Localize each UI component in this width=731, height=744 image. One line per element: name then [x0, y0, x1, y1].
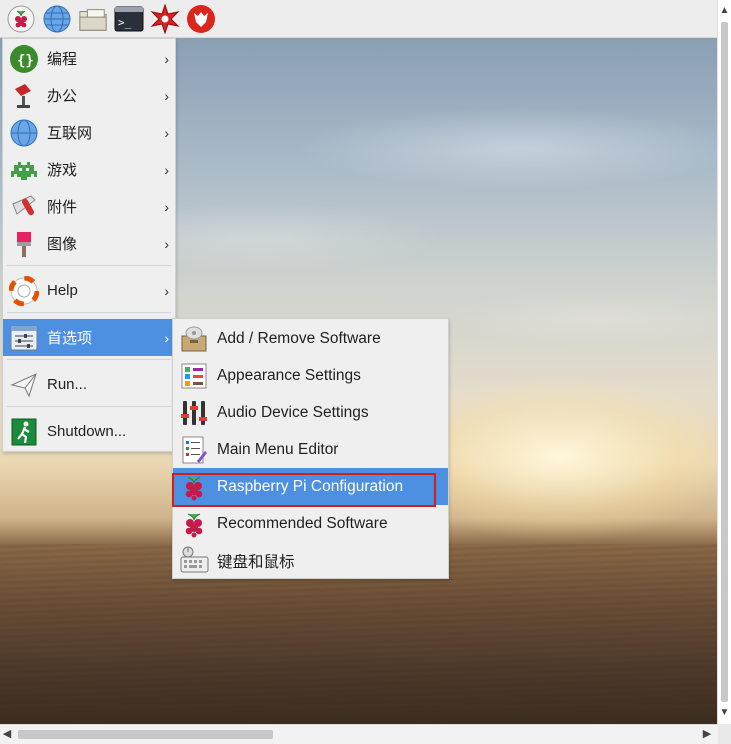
- raspberry-menu-icon[interactable]: [6, 4, 36, 34]
- audio-mixer-icon: [177, 396, 211, 430]
- menu-item-label: Help: [47, 282, 78, 299]
- menu-separator: [7, 312, 171, 313]
- menu-item-label: 图像: [47, 236, 78, 253]
- menu-item-office[interactable]: 办公 ›: [3, 77, 175, 114]
- submenu-arrow-icon: ›: [164, 124, 169, 141]
- package-icon: [177, 322, 211, 356]
- wolfram-icon[interactable]: [186, 4, 216, 34]
- submenu-item-label: Add / Remove Software: [217, 329, 381, 347]
- menu-item-preferences[interactable]: 首选项 ›: [3, 319, 175, 356]
- menu-item-label: Shutdown...: [47, 423, 127, 440]
- mathematica-icon[interactable]: [150, 3, 180, 34]
- menu-item-label: 首选项: [47, 330, 93, 347]
- submenu-item-label: Recommended Software: [217, 514, 388, 532]
- submenu-item-label: Appearance Settings: [217, 366, 361, 384]
- submenu-arrow-icon: ›: [164, 235, 169, 252]
- run-icon: [7, 368, 41, 402]
- submenu-item-label: Audio Device Settings: [217, 403, 369, 421]
- scrollbar-corner: [718, 724, 731, 743]
- top-taskbar: >_: [0, 0, 718, 38]
- submenu-item-add-remove-software[interactable]: Add / Remove Software: [173, 320, 448, 357]
- scroll-up-icon[interactable]: ▲: [718, 4, 731, 18]
- office-icon: [7, 79, 41, 113]
- submenu-item-keyboard-and-mouse[interactable]: 键盘和鼠标: [173, 542, 448, 579]
- menu-editor-icon: [177, 433, 211, 467]
- submenu-item-label: Main Menu Editor: [217, 440, 339, 458]
- menu-item-help[interactable]: Help ›: [3, 272, 175, 309]
- help-icon: [7, 274, 41, 308]
- scroll-left-icon[interactable]: ◀: [0, 725, 14, 744]
- menu-item-internet[interactable]: 互联网 ›: [3, 114, 175, 151]
- submenu-arrow-icon: ›: [164, 329, 169, 346]
- vertical-scrollbar[interactable]: ▲ ▼: [717, 0, 731, 724]
- submenu-arrow-icon: ›: [164, 282, 169, 299]
- preferences-icon: [7, 321, 41, 355]
- submenu-item-label: 键盘和鼠标: [217, 553, 295, 571]
- programming-icon: {}: [7, 42, 41, 76]
- menu-item-label: 编程: [47, 51, 78, 68]
- submenu-item-audio-device-settings[interactable]: Audio Device Settings: [173, 394, 448, 431]
- menu-item-games[interactable]: 游戏 ›: [3, 151, 175, 188]
- scroll-down-icon[interactable]: ▼: [718, 706, 731, 720]
- graphics-icon: [7, 227, 41, 261]
- terminal-icon[interactable]: >_: [114, 4, 144, 34]
- submenu-arrow-icon: ›: [164, 87, 169, 104]
- main-menu: {} 编程 › 办公 › 互联网 › 游戏 › 附件 › 图像 › Help ›…: [2, 38, 176, 452]
- horizontal-scroll-thumb[interactable]: [18, 730, 273, 739]
- keyboard-mouse-icon: [177, 544, 211, 578]
- preferences-submenu: Add / Remove Software Appearance Setting…: [172, 318, 449, 579]
- menu-separator: [7, 406, 171, 407]
- menu-item-run[interactable]: Run...: [3, 366, 175, 403]
- svg-text:>_: >_: [118, 16, 132, 29]
- web-browser-icon[interactable]: [42, 4, 72, 34]
- menu-item-label: 附件: [47, 199, 78, 216]
- accessories-icon: [7, 190, 41, 224]
- menu-item-shutdown[interactable]: Shutdown...: [3, 413, 175, 450]
- internet-icon: [7, 116, 41, 150]
- scroll-right-icon[interactable]: ▶: [700, 725, 714, 744]
- submenu-arrow-icon: ›: [164, 50, 169, 67]
- raspberry-icon: [177, 507, 211, 541]
- menu-item-label: 游戏: [47, 162, 78, 179]
- shutdown-icon: [7, 415, 41, 449]
- menu-item-label: Run...: [47, 376, 88, 393]
- appearance-icon: [177, 359, 211, 393]
- submenu-item-recommended-software[interactable]: Recommended Software: [173, 505, 448, 542]
- submenu-item-main-menu-editor[interactable]: Main Menu Editor: [173, 431, 448, 468]
- menu-item-graphics[interactable]: 图像 ›: [3, 225, 175, 262]
- horizontal-scrollbar[interactable]: ◀ ▶: [0, 724, 718, 744]
- submenu-arrow-icon: ›: [164, 161, 169, 178]
- menu-item-accessories[interactable]: 附件 ›: [3, 188, 175, 225]
- menu-separator: [7, 359, 171, 360]
- menu-item-label: 办公: [47, 88, 78, 105]
- file-manager-icon[interactable]: [78, 4, 108, 34]
- menu-item-programming[interactable]: {} 编程 ›: [3, 40, 175, 77]
- menu-item-label: 互联网: [47, 125, 93, 142]
- raspberry-icon: [177, 470, 211, 504]
- menu-separator: [7, 265, 171, 266]
- svg-text:{}: {}: [17, 53, 34, 69]
- games-icon: [7, 153, 41, 187]
- submenu-item-raspberry-pi-configuration[interactable]: Raspberry Pi Configuration: [173, 468, 448, 505]
- submenu-arrow-icon: ›: [164, 198, 169, 215]
- vertical-scroll-thumb[interactable]: [721, 22, 728, 702]
- submenu-item-label: Raspberry Pi Configuration: [217, 477, 404, 495]
- submenu-item-appearance-settings[interactable]: Appearance Settings: [173, 357, 448, 394]
